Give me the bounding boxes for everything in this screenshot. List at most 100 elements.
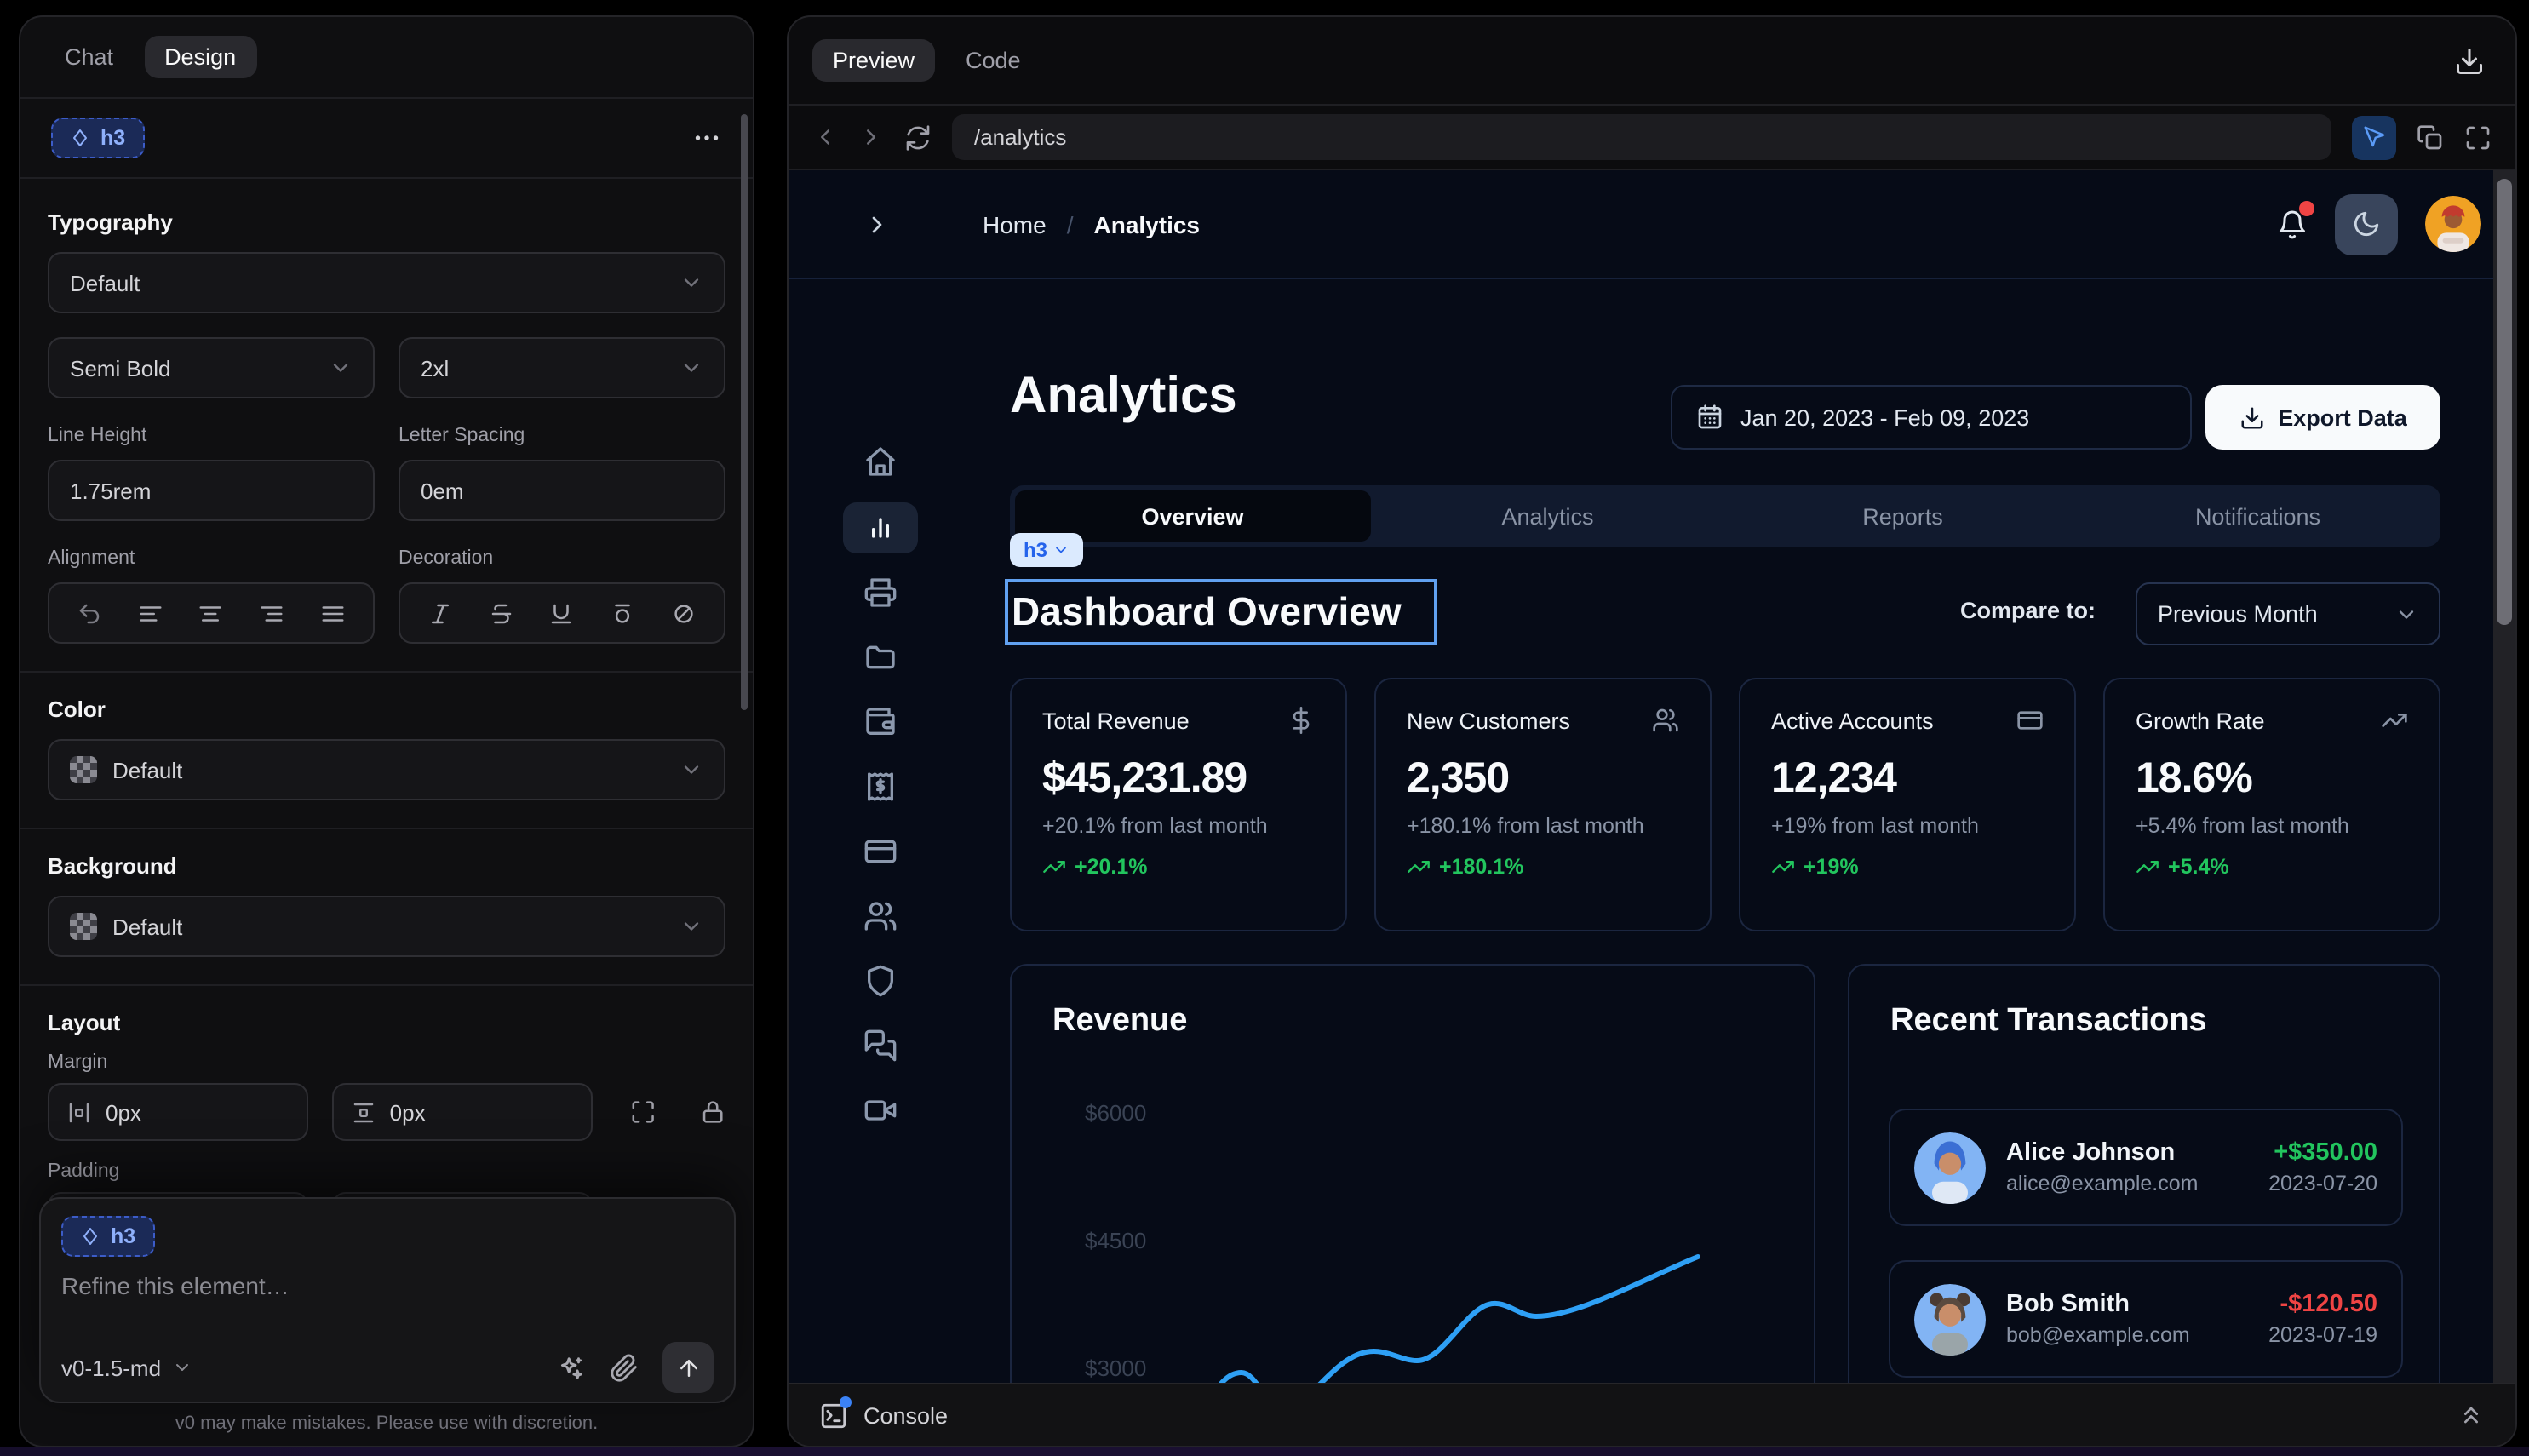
- color-value: Default: [112, 757, 182, 782]
- sidebar-receipt-icon[interactable]: [863, 770, 897, 804]
- revenue-line-chart: [1012, 966, 1817, 1383]
- section-title-selected[interactable]: Dashboard Overview: [1008, 582, 1434, 642]
- selection-tag-chip[interactable]: h3: [1010, 533, 1083, 567]
- url-input[interactable]: [974, 124, 2309, 150]
- disclaimer: v0 may make mistakes. Please use with di…: [20, 1413, 753, 1434]
- lock-icon[interactable]: [700, 1098, 725, 1126]
- calendar-icon: [1696, 404, 1723, 431]
- preview-scrollbar[interactable]: [2493, 170, 2515, 1383]
- font-size-select[interactable]: 2xl: [399, 337, 725, 398]
- tab-preview[interactable]: Preview: [812, 39, 935, 82]
- export-data-button[interactable]: Export Data: [2205, 385, 2440, 450]
- stat-title: Total Revenue: [1042, 708, 1190, 733]
- letter-spacing-label: Letter Spacing: [399, 426, 725, 446]
- align-center-icon[interactable]: [198, 600, 224, 626]
- users-icon: [1652, 707, 1679, 734]
- forward-icon[interactable]: [858, 124, 884, 150]
- select-element-button[interactable]: [2352, 115, 2396, 159]
- tab-design[interactable]: Design: [144, 36, 256, 78]
- undo-icon[interactable]: [77, 600, 103, 626]
- italic-icon[interactable]: [428, 600, 454, 626]
- color-select[interactable]: Default: [48, 739, 725, 800]
- compare-select[interactable]: Previous Month: [2136, 582, 2440, 645]
- more-options-icon[interactable]: [691, 123, 722, 153]
- sidebar-credit-card-icon[interactable]: [863, 834, 897, 868]
- url-bar[interactable]: [952, 114, 2331, 160]
- transaction-email: bob@example.com: [2006, 1323, 2190, 1347]
- element-badge-h3[interactable]: h3: [51, 118, 144, 158]
- sidebar-printer-icon[interactable]: [863, 576, 897, 610]
- chevrons-up-icon[interactable]: [2457, 1402, 2485, 1429]
- date-range-value: Jan 20, 2023 - Feb 09, 2023: [1740, 404, 2029, 430]
- sidebar-users-icon[interactable]: [863, 899, 897, 933]
- refine-input[interactable]: [61, 1272, 714, 1330]
- align-left-icon[interactable]: [138, 600, 163, 626]
- overline-icon[interactable]: [610, 600, 635, 626]
- align-justify-icon[interactable]: [319, 600, 345, 626]
- sidebar-shield-icon[interactable]: [863, 964, 897, 998]
- sidebar-home-icon[interactable]: [863, 444, 897, 479]
- tab-reports[interactable]: Reports: [1725, 490, 2080, 542]
- refine-composer: h3 v0-1.5-md: [39, 1197, 736, 1403]
- align-right-icon[interactable]: [259, 600, 284, 626]
- download-icon[interactable]: [2454, 45, 2485, 76]
- sidebar-analytics-icon[interactable]: [863, 511, 897, 545]
- stat-value: 18.6%: [2136, 754, 2408, 804]
- tab-chat[interactable]: Chat: [48, 36, 130, 78]
- margin-y-input[interactable]: 0px: [332, 1083, 593, 1141]
- console-bar[interactable]: Console: [789, 1383, 2515, 1446]
- chevron-down-icon: [329, 356, 353, 380]
- back-icon[interactable]: [812, 124, 838, 150]
- paperclip-icon[interactable]: [610, 1353, 639, 1382]
- chevron-down-icon: [171, 1357, 192, 1378]
- model-selector[interactable]: v0-1.5-md: [61, 1355, 192, 1380]
- sidebar-wallet-icon[interactable]: [863, 705, 897, 739]
- tab-notifications[interactable]: Notifications: [2080, 490, 2435, 542]
- margin-x-input[interactable]: 0px: [48, 1083, 308, 1141]
- stat-card-active-accounts: Active Accounts 12,234 +19% from last mo…: [1739, 678, 2076, 931]
- revenue-chart-card: Revenue $6000 $4500 $3000: [1010, 964, 1815, 1383]
- date-range-picker[interactable]: Jan 20, 2023 - Feb 09, 2023: [1671, 385, 2192, 450]
- fullscreen-icon[interactable]: [2464, 123, 2492, 151]
- stat-subtext: +20.1% from last month: [1042, 814, 1315, 838]
- line-height-input[interactable]: 1.75rem: [48, 460, 375, 521]
- sidebar-video-icon[interactable]: [863, 1093, 897, 1127]
- margin-vertical-icon: [351, 1099, 376, 1125]
- background-select[interactable]: Default: [48, 896, 725, 957]
- chevron-down-icon: [680, 914, 703, 938]
- stat-trend-value: +5.4%: [2168, 855, 2229, 879]
- tab-analytics[interactable]: Analytics: [1370, 490, 1725, 542]
- send-button[interactable]: [662, 1342, 714, 1393]
- transaction-row[interactable]: Alice Johnson alice@example.com +$350.00…: [1889, 1109, 2403, 1226]
- sidebar-toggle-icon[interactable]: [863, 210, 891, 238]
- copy-icon[interactable]: [2417, 123, 2444, 151]
- sparkles-icon[interactable]: [557, 1353, 586, 1382]
- chevron-down-icon: [680, 356, 703, 380]
- sidebar-folder-icon[interactable]: [863, 640, 897, 674]
- font-family-select[interactable]: Default: [48, 252, 725, 313]
- chevron-down-icon: [1052, 542, 1070, 559]
- scrollbar-thumb[interactable]: [2497, 179, 2512, 625]
- stat-subtext: +5.4% from last month: [2136, 814, 2408, 838]
- design-controls: Typography Default Semi Bold 2xl Line He…: [20, 209, 753, 1250]
- letter-spacing-input[interactable]: 0em: [399, 460, 725, 521]
- chevron-down-icon: [680, 271, 703, 295]
- transaction-row[interactable]: Bob Smith bob@example.com -$120.50 2023-…: [1889, 1260, 2403, 1378]
- expand-sides-icon[interactable]: [629, 1098, 655, 1126]
- stat-trend-value: +180.1%: [1439, 855, 1523, 879]
- font-weight-select[interactable]: Semi Bold: [48, 337, 375, 398]
- stat-subtext: +180.1% from last month: [1407, 814, 1679, 838]
- sidebar-messages-icon[interactable]: [863, 1029, 897, 1063]
- composer-element-badge[interactable]: h3: [61, 1216, 154, 1257]
- no-decoration-icon[interactable]: [670, 600, 696, 626]
- stat-value: 2,350: [1407, 754, 1679, 804]
- recent-transactions-card: Recent Transactions Alice Johnson: [1848, 964, 2440, 1383]
- dashboard-content: Analytics Jan 20, 2023 - Feb 09, 2023 Ex…: [1010, 170, 2440, 1383]
- panel-scrollbar[interactable]: [741, 114, 748, 710]
- tab-code[interactable]: Code: [949, 39, 1038, 82]
- transactions-title: Recent Transactions: [1890, 1003, 2207, 1040]
- refresh-icon[interactable]: [904, 123, 932, 151]
- trending-up-icon: [1042, 855, 1066, 879]
- strikethrough-icon[interactable]: [489, 600, 514, 626]
- underline-icon[interactable]: [549, 600, 575, 626]
